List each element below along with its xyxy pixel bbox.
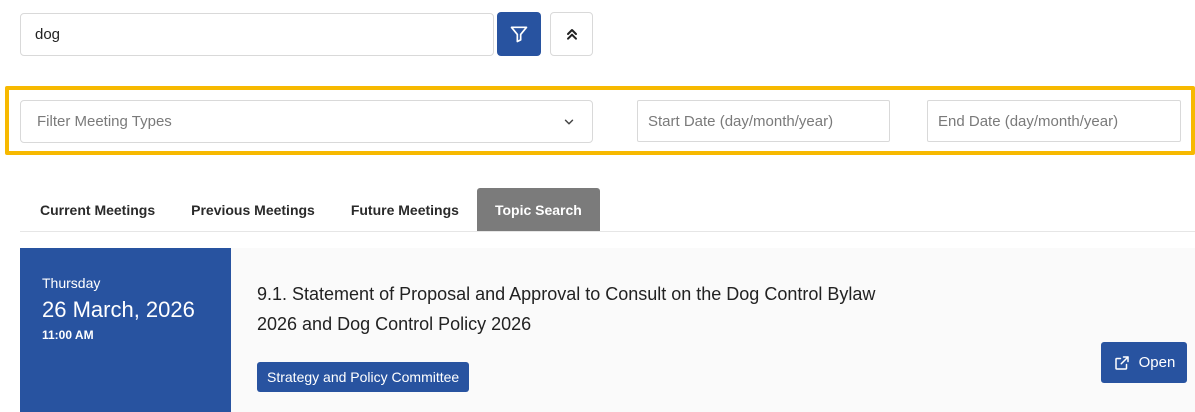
collapse-filters-button[interactable] xyxy=(550,12,593,56)
tab-previous-meetings[interactable]: Previous Meetings xyxy=(173,188,333,231)
agenda-item-title: 9.1. Statement of Proposal and Approval … xyxy=(257,279,957,339)
chevrons-up-icon xyxy=(566,29,577,40)
agenda-item-title-line-2: 2026 and Dog Control Policy 2026 xyxy=(257,314,532,334)
meeting-type-select[interactable]: Filter Meeting Types xyxy=(20,100,593,143)
open-button[interactable]: Open xyxy=(1101,342,1187,383)
meeting-weekday: Thursday xyxy=(42,275,101,291)
meeting-time: 11:00 AM xyxy=(42,328,94,342)
filter-button[interactable] xyxy=(497,12,541,56)
start-date-input[interactable] xyxy=(637,100,890,142)
external-link-icon xyxy=(1114,355,1129,370)
meeting-type-placeholder: Filter Meeting Types xyxy=(37,113,172,130)
meeting-date: 26 March, 2026 xyxy=(42,297,195,322)
agenda-item-title-line-1: 9.1. Statement of Proposal and Approval … xyxy=(257,284,876,304)
tab-future-meetings[interactable]: Future Meetings xyxy=(333,188,477,231)
open-button-label: Open xyxy=(1138,354,1176,371)
search-result-card: Thursday 26 March, 2026 11:00 AM 9.1. St… xyxy=(20,248,1195,412)
end-date-input[interactable] xyxy=(927,100,1181,142)
chevron-down-icon xyxy=(564,119,574,124)
meeting-date-block: Thursday 26 March, 2026 11:00 AM xyxy=(20,248,231,412)
tab-topic-search[interactable]: Topic Search xyxy=(476,188,600,231)
meeting-tabs: Current Meetings Previous Meetings Futur… xyxy=(20,188,1195,232)
tab-current-meetings[interactable]: Current Meetings xyxy=(20,188,173,231)
committee-badge[interactable]: Strategy and Policy Committee xyxy=(257,362,470,392)
search-input[interactable] xyxy=(20,13,494,56)
filter-icon xyxy=(510,26,528,43)
